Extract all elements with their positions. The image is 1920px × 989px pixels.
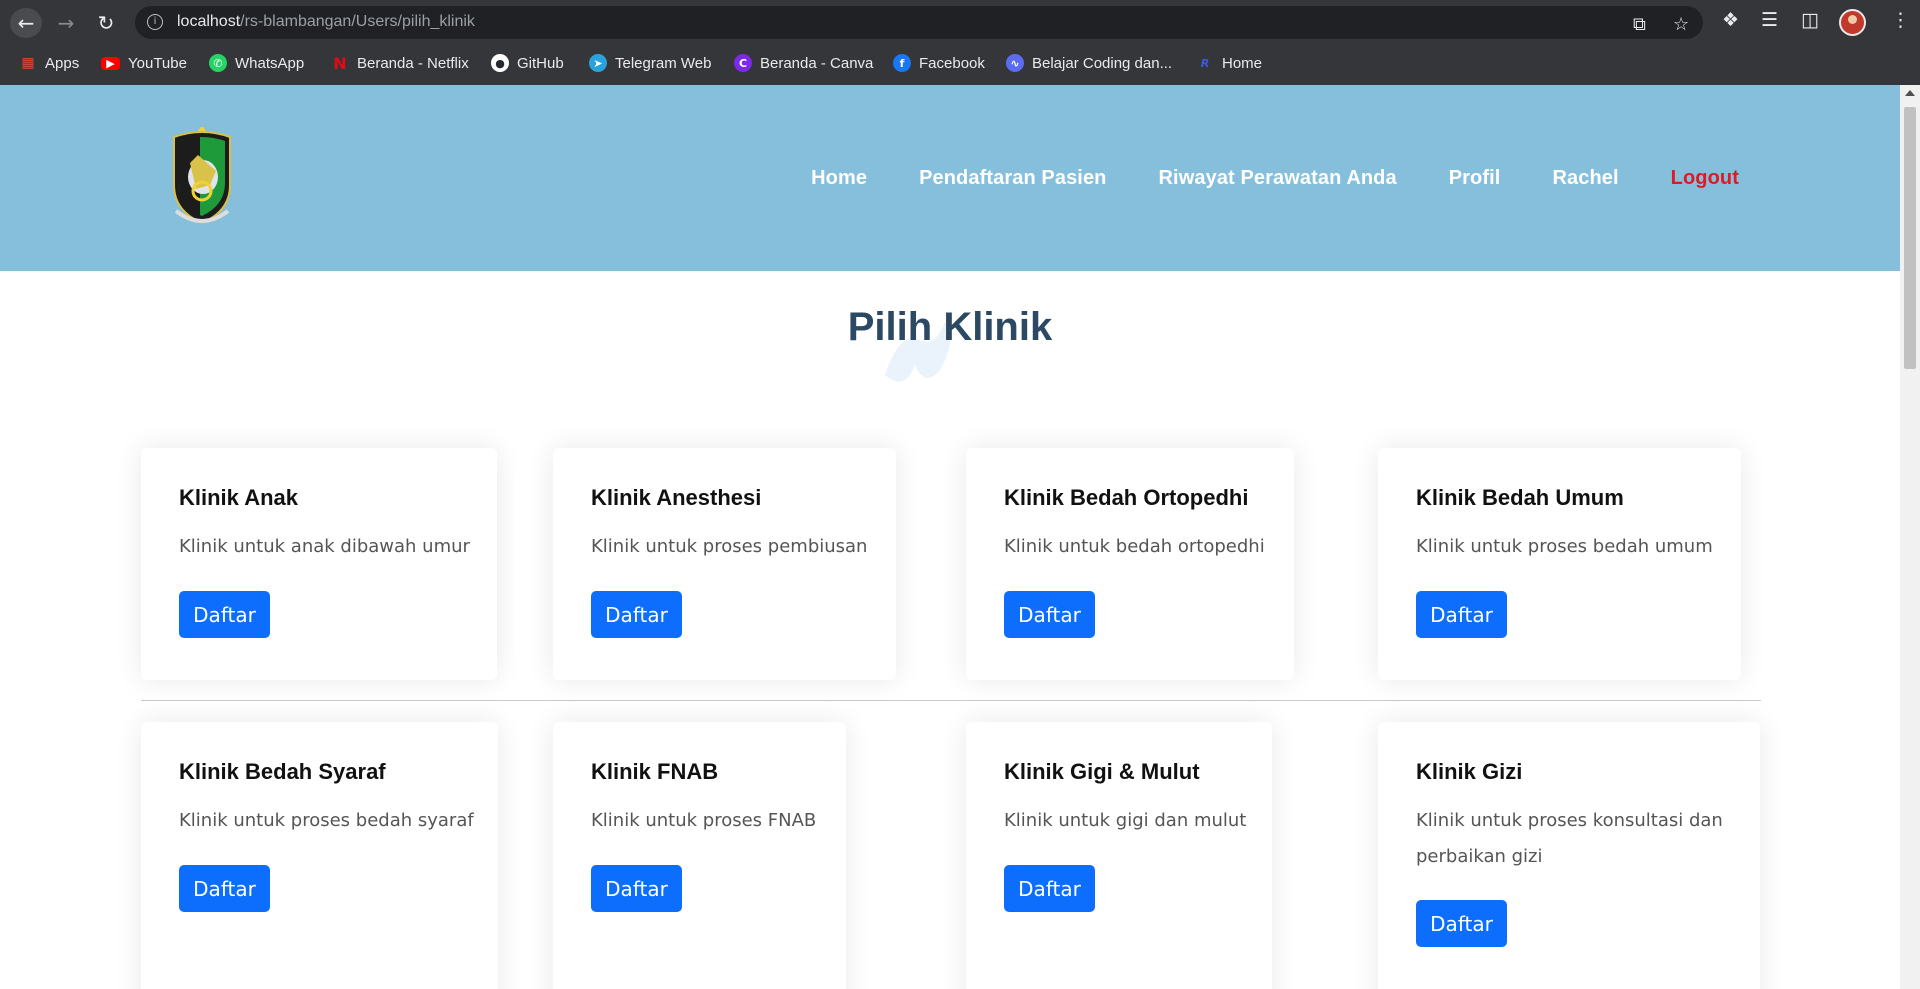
telegram-icon: ➤: [589, 54, 607, 72]
daftar-button[interactable]: Daftar: [179, 591, 270, 638]
clinic-name: Klinik Bedah Umum: [1416, 485, 1624, 510]
title-wrap: Pilih Klinik: [0, 305, 1900, 350]
row-divider: [141, 700, 1761, 701]
side-panel-icon[interactable]: ◫: [1801, 9, 1819, 31]
bookmark-facebook[interactable]: f Facebook: [893, 53, 985, 73]
profile-avatar[interactable]: [1839, 9, 1866, 36]
clinic-description: Klinik untuk proses FNAB: [591, 810, 817, 831]
bookmark-canva[interactable]: C Beranda - Canva: [734, 53, 873, 73]
address-bar[interactable]: i localhost/rs-blambangan/Users/pilih_kl…: [135, 6, 1703, 39]
apps-grid-icon: ▦: [21, 55, 35, 71]
clinic-card: Klinik Gigi & Mulut Klinik untuk gigi da…: [966, 722, 1272, 989]
bookmark-netflix[interactable]: N Beranda - Netflix: [331, 53, 469, 73]
clinic-name: Klinik Gizi: [1416, 759, 1523, 784]
bookmark-label: Beranda - Netflix: [357, 54, 469, 72]
clinic-name: Klinik Anesthesi: [591, 485, 762, 510]
dicoding-icon: ∿: [1006, 54, 1024, 72]
scrollbar-thumb[interactable]: [1904, 107, 1916, 369]
site-info-icon[interactable]: i: [147, 14, 163, 30]
bookmark-label: GitHub: [517, 54, 564, 72]
clinic-name: Klinik Anak: [179, 485, 298, 510]
clinic-card: Klinik Anak Klinik untuk anak dibawah um…: [141, 448, 497, 680]
clinic-card: Klinik Bedah Umum Klinik untuk proses be…: [1378, 448, 1741, 680]
clinic-name: Klinik Gigi & Mulut: [1004, 759, 1200, 784]
clinic-card: Klinik FNAB Klinik untuk proses FNAB Daf…: [553, 722, 846, 989]
url-path: /rs-blambangan/Users/pilih_klinik: [240, 13, 475, 30]
bookmark-home[interactable]: R Home: [1196, 53, 1262, 73]
bookmark-label: Apps: [45, 54, 80, 72]
whatsapp-icon: ✆: [209, 54, 227, 72]
netflix-icon: N: [333, 53, 347, 73]
browser-toolbar: ← → ↻ i localhost/rs-blambangan/Users/pi…: [0, 0, 1920, 45]
nav-user-name[interactable]: Rachel: [1552, 167, 1618, 190]
bookmark-label: Telegram Web: [615, 54, 712, 72]
daftar-button[interactable]: Daftar: [1416, 900, 1507, 947]
bookmarks-bar: ▦ Apps ▶ YouTube ✆ WhatsApp N Beranda - …: [0, 48, 1920, 78]
daftar-button[interactable]: Daftar: [1416, 591, 1507, 638]
forward-arrow-icon[interactable]: →: [50, 8, 82, 38]
bookmark-youtube[interactable]: ▶ YouTube: [101, 53, 187, 73]
main-nav: Home Pendaftaran Pasien Riwayat Perawata…: [811, 167, 1739, 190]
more-menu-icon[interactable]: ⋮: [1891, 9, 1910, 31]
page-scrollbar[interactable]: [1900, 85, 1920, 989]
clinic-description: Klinik untuk gigi dan mulut: [1004, 810, 1247, 831]
nav-logout[interactable]: Logout: [1671, 167, 1739, 190]
back-arrow-icon[interactable]: ←: [10, 8, 42, 38]
reload-icon[interactable]: ↻: [90, 8, 122, 38]
clinic-name: Klinik FNAB: [591, 759, 719, 784]
clinic-description: Klinik untuk proses konsultasi dan perba…: [1416, 810, 1723, 867]
canva-icon: C: [734, 54, 752, 72]
clinic-card: Klinik Bedah Ortopedhi Klinik untuk beda…: [966, 448, 1294, 680]
clinic-description: Klinik untuk proses bedah umum: [1416, 536, 1713, 557]
clinic-card: Klinik Gizi Klinik untuk proses konsulta…: [1378, 722, 1760, 989]
nav-pendaftaran-pasien[interactable]: Pendaftaran Pasien: [919, 167, 1106, 190]
bookmark-label: YouTube: [128, 54, 187, 72]
github-icon: ●: [491, 54, 509, 72]
youtube-icon: ▶: [101, 56, 120, 70]
scroll-up-arrow-icon[interactable]: [1905, 90, 1915, 96]
hospital-logo[interactable]: [170, 127, 234, 227]
facebook-icon: f: [893, 54, 911, 72]
nav-profil[interactable]: Profil: [1449, 167, 1501, 190]
url-host: localhost: [177, 13, 241, 30]
share-icon[interactable]: ⧉: [1633, 14, 1646, 35]
bookmark-label: Home: [1222, 54, 1263, 72]
extensions-puzzle-icon[interactable]: ❖: [1722, 9, 1739, 31]
daftar-button[interactable]: Daftar: [591, 865, 682, 912]
clinic-description: Klinik untuk proses bedah syaraf: [179, 810, 474, 831]
bookmark-apps[interactable]: ▦ Apps: [19, 53, 79, 73]
clinic-name: Klinik Bedah Ortopedhi: [1004, 485, 1249, 510]
clinic-description: Klinik untuk anak dibawah umur: [179, 536, 470, 557]
daftar-button[interactable]: Daftar: [1004, 865, 1095, 912]
page-title: Pilih Klinik: [847, 305, 1053, 349]
clinic-name: Klinik Bedah Syaraf: [179, 759, 386, 784]
daftar-button[interactable]: Daftar: [179, 865, 270, 912]
bookmark-telegram[interactable]: ➤ Telegram Web: [589, 53, 711, 73]
address-url[interactable]: localhost/rs-blambangan/Users/pilih_klin…: [177, 13, 475, 31]
browser-chrome: ← → ↻ i localhost/rs-blambangan/Users/pi…: [0, 0, 1920, 85]
bookmark-label: Belajar Coding dan...: [1032, 54, 1173, 72]
bookmark-whatsapp[interactable]: ✆ WhatsApp: [209, 53, 304, 73]
daftar-button[interactable]: Daftar: [1004, 591, 1095, 638]
page: Home Pendaftaran Pasien Riwayat Perawata…: [0, 85, 1900, 989]
home-bookmark-icon: R: [1200, 56, 1210, 70]
media-queue-icon[interactable]: ☰: [1761, 9, 1778, 31]
clinic-description: Klinik untuk bedah ortopedhi: [1004, 536, 1265, 557]
bookmark-github[interactable]: ● GitHub: [491, 53, 564, 73]
clinic-card: Klinik Anesthesi Klinik untuk proses pem…: [553, 448, 896, 680]
site-header: Home Pendaftaran Pasien Riwayat Perawata…: [0, 85, 1900, 271]
nav-home[interactable]: Home: [811, 167, 867, 190]
bookmark-label: Facebook: [919, 54, 985, 72]
daftar-button[interactable]: Daftar: [591, 591, 682, 638]
clinic-description: Klinik untuk proses pembiusan: [591, 536, 868, 557]
nav-riwayat-perawatan[interactable]: Riwayat Perawatan Anda: [1159, 167, 1397, 190]
bookmark-label: Beranda - Canva: [760, 54, 874, 72]
bookmark-dicoding[interactable]: ∿ Belajar Coding dan...: [1006, 53, 1172, 73]
bookmark-star-icon[interactable]: ☆: [1673, 14, 1689, 35]
bookmark-label: WhatsApp: [235, 54, 305, 72]
clinic-card: Klinik Bedah Syaraf Klinik untuk proses …: [141, 722, 498, 989]
